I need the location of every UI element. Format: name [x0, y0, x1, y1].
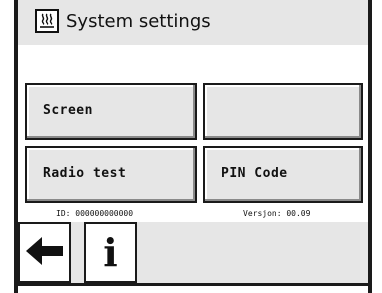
left-border	[14, 0, 18, 293]
device-id-text: ID: 000000000000	[56, 209, 134, 218]
screen-button[interactable]: Screen	[25, 83, 197, 140]
heater-icon	[35, 9, 59, 33]
version-text: Versjon: 00.09	[243, 209, 311, 218]
pin-code-button[interactable]: PIN Code	[203, 146, 363, 203]
info-icon: i	[103, 229, 118, 275]
radio-test-button[interactable]: Radio test	[25, 146, 197, 203]
page-title: System settings	[66, 11, 211, 32]
arrow-left-icon	[25, 236, 64, 270]
screen-button-label: Screen	[43, 103, 93, 118]
back-button[interactable]	[18, 222, 71, 283]
radio-test-button-label: Radio test	[43, 166, 127, 181]
bottom-border	[14, 283, 372, 286]
right-border	[368, 0, 372, 293]
pin-code-button-label: PIN Code	[221, 166, 288, 181]
info-button[interactable]: i	[84, 222, 137, 283]
empty-button[interactable]	[203, 83, 363, 140]
title-bar: System settings	[18, 0, 368, 45]
